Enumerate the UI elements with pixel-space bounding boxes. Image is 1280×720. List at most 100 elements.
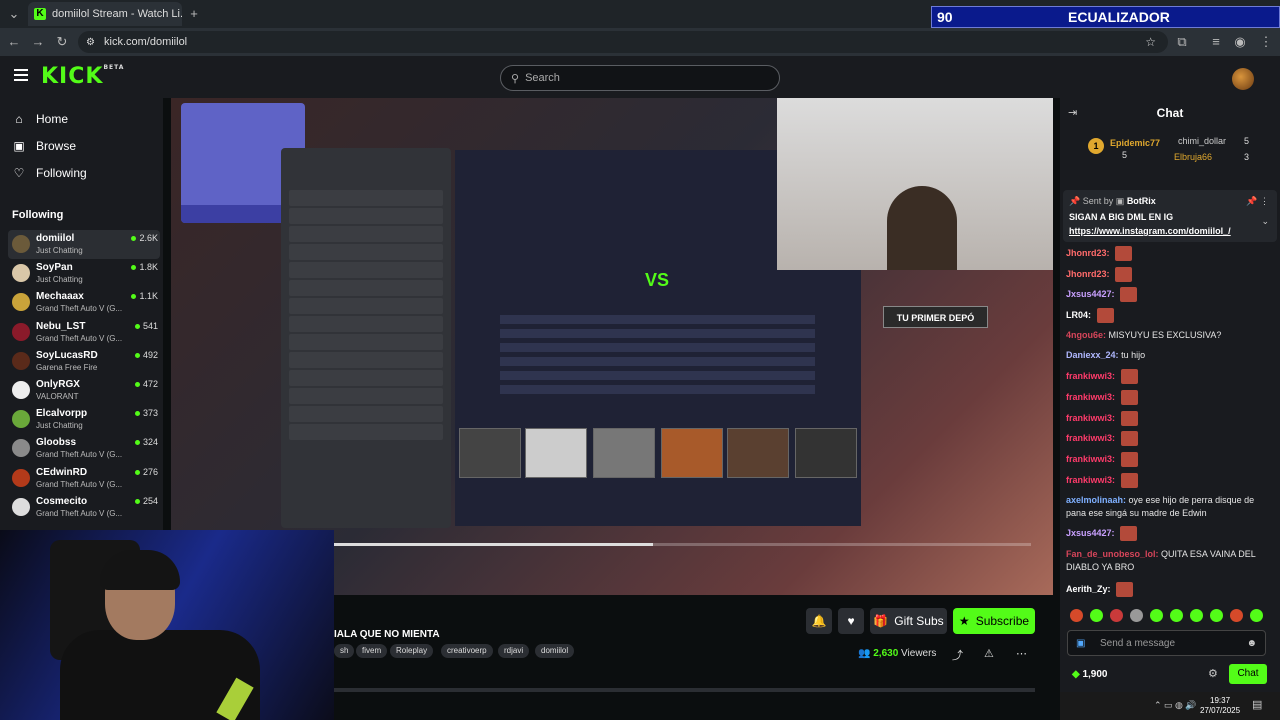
stream-tag[interactable]: Roleplay xyxy=(390,644,434,658)
chat-username[interactable]: Jhonrd23: xyxy=(1066,269,1110,279)
expand-chevron-icon[interactable]: ⌄ xyxy=(1261,216,1269,227)
chat-username[interactable]: frankiwwi3: xyxy=(1066,413,1115,423)
site-info-icon[interactable]: ⚙ xyxy=(86,37,95,48)
chat-username[interactable]: Jxsus4427: xyxy=(1066,289,1115,299)
back-icon[interactable]: ← xyxy=(4,32,24,52)
emote-bar xyxy=(1070,609,1270,625)
compass-icon: ▣ xyxy=(13,139,25,153)
sidebar-channel[interactable]: Cosmecito Grand Theft Auto V (G... 254 xyxy=(8,493,160,522)
chat-text: tu hijo xyxy=(1121,350,1146,360)
chat-message: Jxsus4427: xyxy=(1066,526,1274,541)
chat-username[interactable]: frankiwwi3: xyxy=(1066,433,1115,443)
sidebar-channel[interactable]: Elcalvorpp Just Chatting 373 xyxy=(8,405,160,434)
chat-message: frankiwwi3: xyxy=(1066,411,1274,426)
send-chat-button[interactable]: Chat xyxy=(1229,664,1267,684)
bookmark-star-icon[interactable]: ☆ xyxy=(1145,35,1156,49)
url-text: kick.com/domiilol xyxy=(104,36,188,48)
nav-following[interactable]: ♡ Following xyxy=(12,166,87,180)
stream-tag[interactable]: sh xyxy=(334,644,355,658)
stream-tag[interactable]: domiilol xyxy=(535,644,575,658)
forward-icon[interactable]: → xyxy=(28,32,48,52)
sidebar-channel[interactable]: Gloobss Grand Theft Auto V (G... 324 xyxy=(8,434,160,463)
channel-avatar xyxy=(12,351,30,370)
sidebar-channel[interactable]: SoyPan Just Chatting 1.8K xyxy=(8,259,160,288)
url-field[interactable]: ⚙ kick.com/domiilol ☆ xyxy=(78,31,1168,53)
chat-username[interactable]: frankiwwi3: xyxy=(1066,454,1115,464)
new-tab-icon[interactable]: + xyxy=(184,4,204,24)
chat-message: Aerith_Zy: xyxy=(1066,582,1274,597)
chat-username[interactable]: frankiwwi3: xyxy=(1066,475,1115,485)
tab-search-icon[interactable]: ⌄ xyxy=(4,4,24,24)
emoji-icon[interactable]: ☻ xyxy=(1246,638,1257,649)
emote-icon xyxy=(1116,582,1134,597)
channel-name: SoyPan xyxy=(36,262,73,274)
chat-message: axelmolinaah: oye ese hijo de perra disq… xyxy=(1066,494,1274,520)
chat-username[interactable]: LR04: xyxy=(1066,310,1091,320)
channel-category: Grand Theft Auto V (G... xyxy=(36,479,123,489)
user-avatar[interactable] xyxy=(1232,68,1254,90)
follow-heart-button[interactable]: ♥ xyxy=(838,608,864,634)
report-icon[interactable]: ⚠ xyxy=(984,647,994,660)
extensions-icon[interactable]: ⧉ xyxy=(1172,32,1192,52)
sidebar-channel[interactable]: Nebu_LST Grand Theft Auto V (G... 541 xyxy=(8,318,160,347)
hamburger-menu-icon[interactable] xyxy=(14,69,28,81)
stream-tag[interactable]: fivem xyxy=(356,644,388,658)
chat-message: LR04: xyxy=(1066,308,1274,323)
emote-icon xyxy=(1120,369,1138,384)
equalizer-label: ECUALIZADOR xyxy=(1068,9,1170,25)
channel-category: Just Chatting xyxy=(36,275,83,285)
chat-username[interactable]: Aerith_Zy: xyxy=(1066,584,1111,594)
video-progress-bar[interactable] xyxy=(331,543,1031,546)
browser-menu-icon[interactable]: ⋮ xyxy=(1256,32,1276,52)
video-player[interactable]: VS TU PRIMER DEPÓ xyxy=(171,98,1053,595)
notification-bell-button[interactable]: 🔔 xyxy=(806,608,832,634)
kick-logo[interactable]: KICKBETA xyxy=(41,64,124,89)
chat-settings-icon[interactable]: ⚙ xyxy=(1208,667,1218,680)
chat-username[interactable]: 4ngou6e: xyxy=(1066,330,1106,340)
system-clock[interactable]: 19:37 27/07/2025 xyxy=(1200,696,1240,716)
chat-message-input[interactable]: ▣ Send a message ☻ xyxy=(1067,630,1266,656)
profile-icon[interactable]: ◉ xyxy=(1230,32,1250,52)
pinned-link[interactable]: https://www.instagram.com/domiilol_/ xyxy=(1069,226,1231,236)
stream-tag[interactable]: rdjavi xyxy=(498,644,530,658)
pinned-text: SIGAN A BIG DML EN IG xyxy=(1069,212,1174,222)
chat-username[interactable]: Fan_de_unobeso_lol: xyxy=(1066,549,1159,559)
reload-icon[interactable]: ↻ xyxy=(52,32,72,52)
gift-subs-button[interactable]: 🎁 Gift Subs xyxy=(870,608,947,634)
sidebar-channel[interactable]: domiilol Just Chatting 2.6K xyxy=(8,230,160,259)
chat-username[interactable]: frankiwwi3: xyxy=(1066,392,1115,402)
sidebar-channel[interactable]: OnlyRGX VALORANT 472 xyxy=(8,376,160,405)
search-input[interactable]: ⚲ Search xyxy=(500,65,780,91)
bot-badge-icon: ▣ xyxy=(1115,196,1125,206)
channel-points[interactable]: 1,900 xyxy=(1072,669,1107,680)
stream-tag[interactable]: creativoerp xyxy=(441,644,493,658)
chat-username[interactable]: Jxsus4427: xyxy=(1066,528,1115,538)
emote-icon xyxy=(1120,411,1138,426)
chat-username[interactable]: axelmolinaah: xyxy=(1066,495,1126,505)
unpin-icon[interactable]: 📌 ⋮ xyxy=(1246,196,1269,207)
promo-banner: TU PRIMER DEPÓ xyxy=(883,306,988,328)
chat-text: MISYUYU ES EXCLUSIVA? xyxy=(1108,330,1222,340)
sidebar-channel[interactable]: SoyLucasRD Garena Free Fire 492 xyxy=(8,347,160,376)
sidebar-channel[interactable]: Mechaaax Grand Theft Auto V (G... 1.1K xyxy=(8,288,160,317)
bell-icon: 🔔 xyxy=(811,614,827,628)
system-tray-icons[interactable]: ⌃ ▭ ◍ 🔊 xyxy=(1154,700,1197,711)
browser-tab[interactable]: K domiilol Stream - Watch Li... 🔊 ✕ xyxy=(28,2,182,26)
channel-name: Elcalvorpp xyxy=(36,408,88,420)
chat-username[interactable]: Jhonrd23: xyxy=(1066,248,1110,258)
channel-category: Grand Theft Auto V (G... xyxy=(36,333,123,343)
channel-avatar xyxy=(12,322,30,341)
channel-category: Grand Theft Auto V (G... xyxy=(36,304,123,314)
chat-username[interactable]: Daniexx_24: xyxy=(1066,350,1119,360)
share-icon[interactable]: ⤴ xyxy=(952,647,963,663)
chat-username[interactable]: frankiwwi3: xyxy=(1066,371,1115,381)
nav-browse[interactable]: ▣ Browse xyxy=(12,139,76,153)
media-icon[interactable]: ≡ xyxy=(1206,32,1226,52)
sidebar-channel[interactable]: CEdwinRD Grand Theft Auto V (G... 276 xyxy=(8,464,160,493)
subscribe-button[interactable]: ★ Subscribe xyxy=(953,608,1035,634)
more-options-icon[interactable]: ⋯ xyxy=(1016,647,1027,660)
channel-avatar xyxy=(12,264,30,283)
channel-viewers: 492 xyxy=(135,350,158,360)
nav-home[interactable]: ⌂ Home xyxy=(12,112,68,126)
notifications-icon[interactable]: ▤ xyxy=(1252,698,1262,711)
